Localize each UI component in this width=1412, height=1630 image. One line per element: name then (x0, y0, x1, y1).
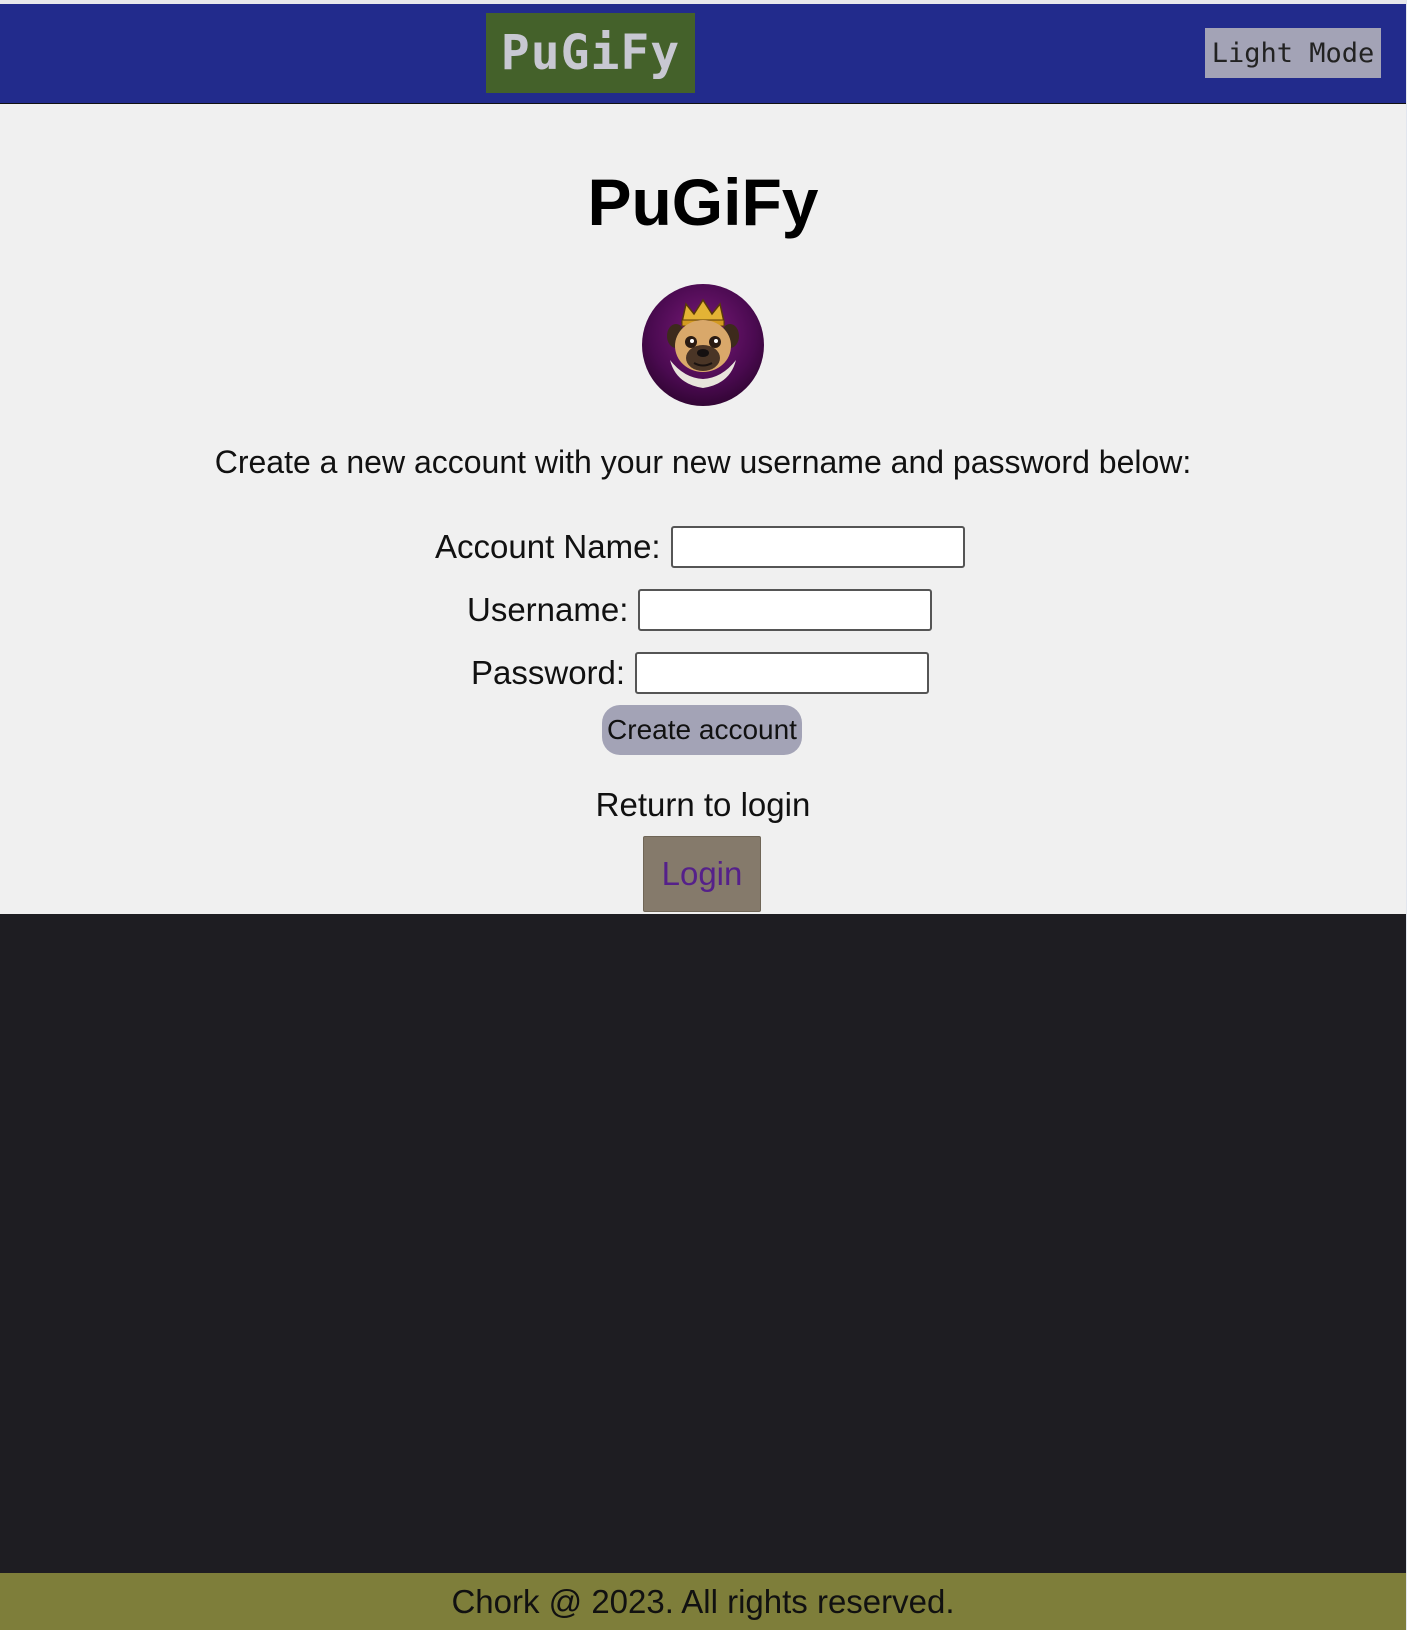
site-header: PuGiFy Light Mode (0, 4, 1406, 104)
empty-dark-region (0, 914, 1406, 1573)
pug-illustration (667, 298, 739, 388)
return-to-login-text: Return to login (595, 786, 811, 823)
intro-text: Create a new account with your new usern… (214, 444, 1192, 480)
page: PuGiFy Light Mode PuGiFy Create a new ac… (0, 0, 1406, 1630)
main-content: PuGiFy Create a new account with your ne… (0, 104, 1406, 914)
copyright-text: Chork @ 2023. All rights reserved. (451, 1582, 955, 1620)
password-row: Password: (471, 651, 930, 695)
password-label: Password: (471, 654, 626, 691)
account-name-input[interactable] (670, 526, 965, 568)
create-account-button[interactable]: Create account (602, 705, 802, 755)
username-input[interactable] (638, 589, 933, 631)
username-row: Username: (467, 588, 933, 632)
window-edge (1406, 0, 1412, 1630)
account-name-row: Account Name: (435, 525, 965, 569)
password-input[interactable] (635, 652, 930, 694)
crowned-pug-icon (642, 284, 764, 406)
page-title: PuGiFy (587, 165, 819, 239)
brand-logo-text[interactable]: PuGiFy (486, 13, 695, 93)
username-label: Username: (467, 591, 629, 628)
account-name-label: Account Name: (435, 528, 661, 565)
theme-toggle-button[interactable]: Light Mode (1205, 28, 1381, 78)
login-button[interactable]: Login (643, 836, 761, 912)
site-footer: Chork @ 2023. All rights reserved. (0, 1573, 1406, 1630)
